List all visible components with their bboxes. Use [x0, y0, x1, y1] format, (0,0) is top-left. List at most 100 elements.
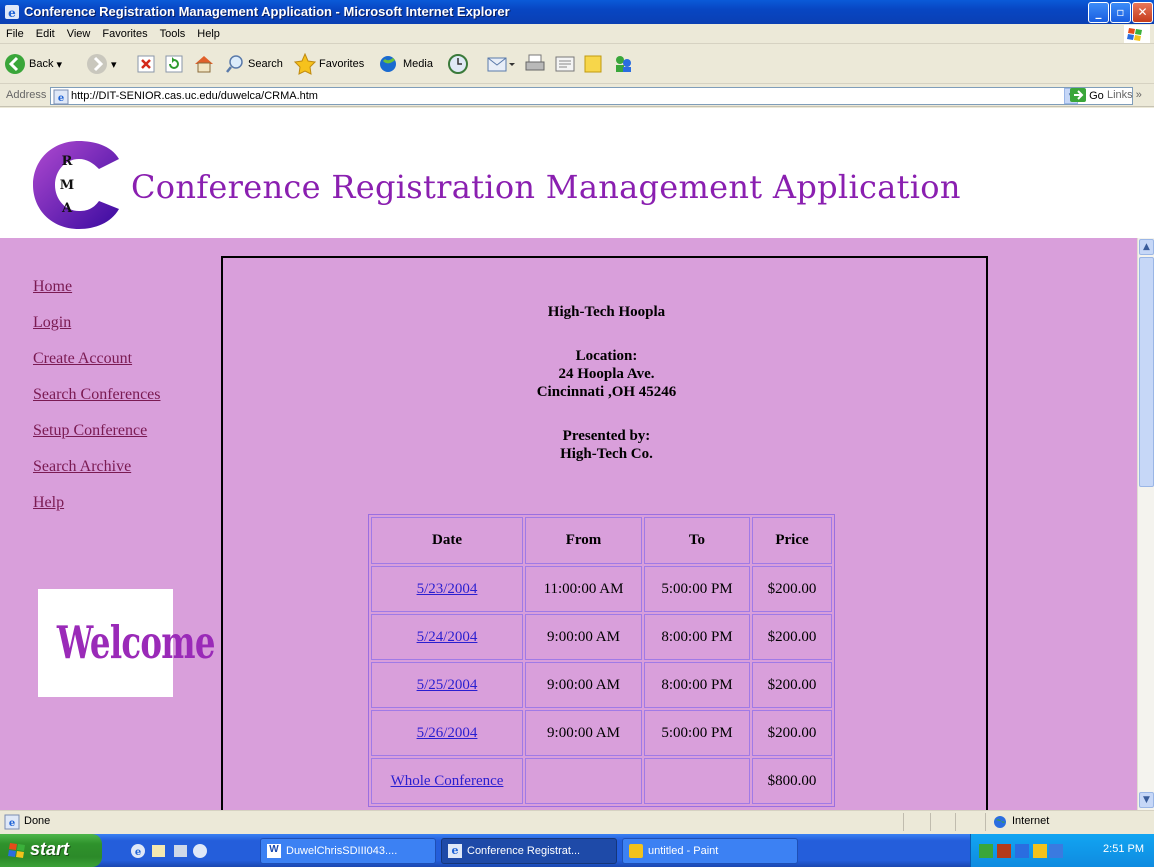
ie-icon: e — [5, 5, 19, 20]
close-button[interactable]: ✕ — [1132, 2, 1153, 23]
time-from: 9:00:00 AM — [525, 662, 642, 708]
back-arrow-icon — [5, 54, 25, 74]
logo-letter-a: A — [61, 201, 73, 216]
print-button[interactable] — [524, 51, 546, 77]
scroll-up-icon[interactable]: ▲ — [1139, 239, 1154, 255]
links-button[interactable]: Links » — [1107, 89, 1142, 101]
dropdown-arrow-icon: ▾ — [56, 58, 62, 71]
history-button[interactable] — [447, 51, 469, 77]
ie-window: e Conference Registration Management App… — [0, 0, 1154, 867]
menu-bar: File Edit View Favorites Tools Help — [0, 24, 1154, 44]
nav-setup-conference[interactable]: Setup Conference — [33, 422, 147, 440]
go-button[interactable]: Go — [1070, 88, 1104, 102]
menu-view[interactable]: View — [61, 25, 97, 45]
table-row: 5/23/2004 11:00:00 AM 5:00:00 PM $200.00 — [371, 566, 832, 612]
table-row: 5/24/2004 9:00:00 AM 8:00:00 PM $200.00 — [371, 614, 832, 660]
schedule-table: Date From To Price 5/23/2004 11:00:00 AM… — [368, 514, 835, 807]
edit-button[interactable] — [554, 51, 576, 77]
page-done-icon: e — [4, 814, 20, 830]
mail-button[interactable] — [486, 51, 516, 77]
refresh-button[interactable] — [164, 51, 184, 77]
nav-home[interactable]: Home — [33, 278, 72, 296]
task-paint[interactable]: untitled - Paint — [622, 838, 798, 864]
menu-file[interactable]: File — [0, 25, 30, 45]
media-button[interactable]: Media — [378, 51, 433, 77]
site-title: Conference Registration Management Appli… — [131, 168, 961, 206]
favorites-label: Favorites — [319, 58, 365, 70]
date-link[interactable]: 5/25/2004 — [417, 677, 478, 693]
messenger-button[interactable] — [612, 51, 634, 77]
date-link[interactable]: 5/24/2004 — [417, 629, 478, 645]
scroll-down-icon[interactable]: ▼ — [1139, 792, 1154, 808]
star-icon — [294, 53, 316, 75]
whole-conference-link[interactable]: Whole Conference — [391, 773, 504, 789]
welcome-image: Welcome — [38, 589, 215, 697]
nav-help[interactable]: Help — [33, 494, 64, 512]
address-line-1: 24 Hoopla Ave. — [558, 366, 655, 382]
page-viewport: R M A Conference Registration Management… — [0, 108, 1154, 810]
time-from: 9:00:00 AM — [525, 614, 642, 660]
search-button[interactable]: Search — [225, 51, 283, 77]
menu-help[interactable]: Help — [191, 25, 226, 45]
search-label: Search — [248, 58, 283, 70]
task-word-document[interactable]: W DuwelChrisSDIII043.... — [260, 838, 436, 864]
menu-tools[interactable]: Tools — [154, 25, 192, 45]
svg-text:e: e — [58, 93, 64, 104]
start-button[interactable]: start — [0, 834, 102, 867]
address-line-2: Cincinnati ,OH 45246 — [536, 384, 677, 400]
dropdown-arrow-icon: ▾ — [111, 58, 117, 71]
scroll-thumb[interactable] — [1139, 257, 1154, 487]
globe-icon — [994, 816, 1006, 828]
paint-icon — [629, 844, 643, 858]
taskbar: start e W DuwelChrisSDIII043.... e Confe… — [0, 834, 1154, 867]
header-from: From — [525, 517, 642, 564]
mail-icon — [487, 57, 515, 72]
forward-arrow-icon — [87, 54, 107, 74]
nav-create-account[interactable]: Create Account — [33, 350, 132, 368]
stop-button[interactable] — [136, 51, 156, 77]
discuss-button[interactable] — [582, 51, 604, 77]
media-icon — [380, 56, 396, 72]
forward-button[interactable]: ▾ — [86, 51, 117, 77]
clock: 2:51 PM — [1103, 843, 1144, 855]
time-to: 8:00:00 PM — [644, 614, 750, 660]
nav-search-conferences[interactable]: Search Conferences — [33, 386, 161, 404]
date-link[interactable]: 5/26/2004 — [417, 725, 478, 741]
conference-name: High-Tech Hoopla — [547, 304, 666, 320]
history-icon — [448, 54, 468, 74]
address-input[interactable]: e http://DIT-SENIOR.cas.uc.edu/duwelca/C… — [50, 87, 1133, 105]
home-button[interactable] — [193, 51, 215, 77]
nav-login[interactable]: Login — [33, 314, 71, 332]
minimize-button[interactable]: _ — [1088, 2, 1109, 23]
nav-search-archive[interactable]: Search Archive — [33, 458, 131, 476]
windows-logo-icon — [1124, 25, 1150, 43]
time-to: 8:00:00 PM — [644, 662, 750, 708]
menu-favorites[interactable]: Favorites — [96, 25, 153, 45]
header-to: To — [644, 517, 750, 564]
tray-icons[interactable] — [979, 842, 1063, 860]
svg-text:e: e — [8, 6, 16, 20]
stop-icon — [137, 55, 155, 73]
header-date: Date — [371, 517, 523, 564]
favorites-button[interactable]: Favorites — [294, 51, 364, 77]
table-row: 5/25/2004 9:00:00 AM 8:00:00 PM $200.00 — [371, 662, 832, 708]
vertical-scrollbar[interactable]: ▲ ▼ — [1137, 238, 1154, 810]
quick-launch-icons[interactable]: e — [130, 842, 210, 860]
address-url: http://DIT-SENIOR.cas.uc.edu/duwelca/CRM… — [71, 90, 318, 102]
printer-icon — [525, 54, 545, 71]
address-bar: Address e http://DIT-SENIOR.cas.uc.edu/d… — [0, 85, 1154, 107]
window-title: Conference Registration Management Appli… — [24, 4, 510, 19]
time-from — [525, 758, 642, 804]
task-ie-window[interactable]: e Conference Registrat... — [441, 838, 617, 864]
address-label: Address — [6, 89, 47, 101]
logo-letter-m: M — [60, 178, 74, 193]
site-header: R M A Conference Registration Management… — [0, 108, 1154, 238]
maximize-button[interactable]: ▫ — [1110, 2, 1131, 23]
time-from: 9:00:00 AM — [525, 710, 642, 756]
date-link[interactable]: 5/23/2004 — [417, 581, 478, 597]
security-zone: Internet — [1012, 815, 1050, 827]
menu-edit[interactable]: Edit — [30, 25, 61, 45]
table-header-row: Date From To Price — [371, 517, 832, 564]
back-button[interactable]: Back ▾ — [4, 51, 62, 77]
time-to — [644, 758, 750, 804]
